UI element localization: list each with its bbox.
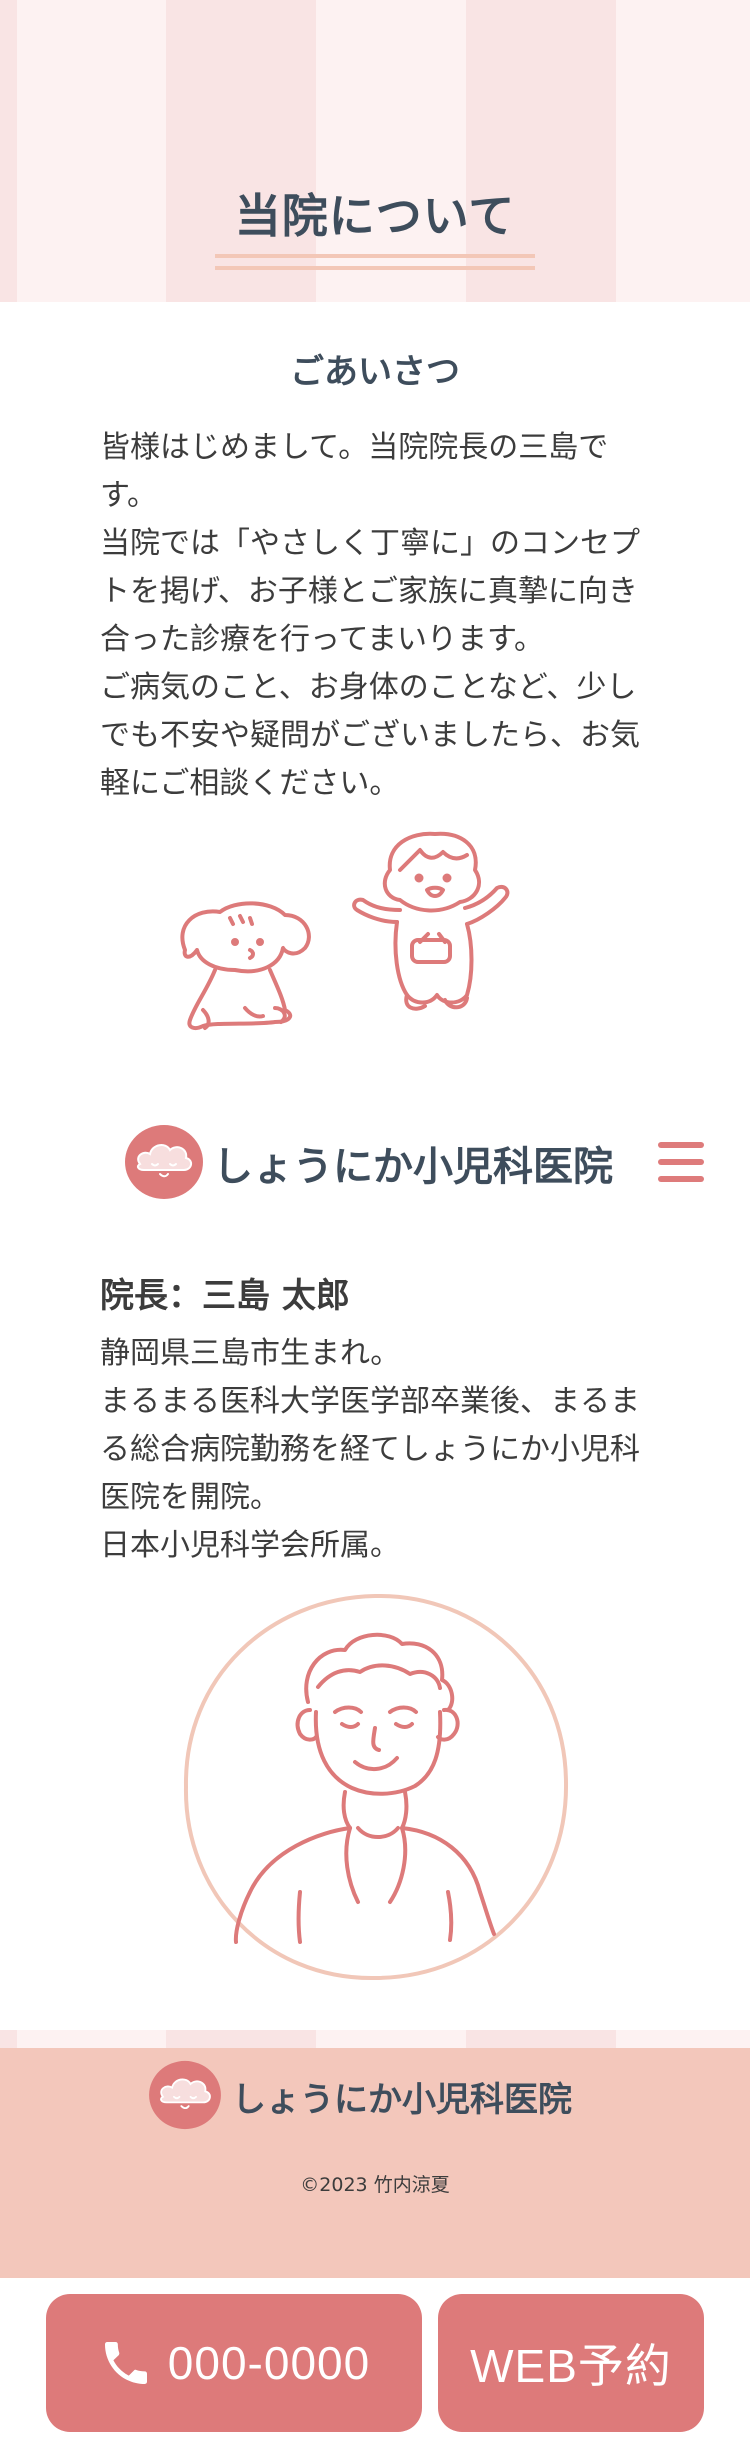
- page-title: 当院について: [234, 189, 516, 243]
- footer-clinic-name[interactable]: しょうにか小児科医院: [232, 2072, 572, 2121]
- phone-icon: [104, 2342, 147, 2384]
- children-illustration: [180, 831, 510, 1030]
- cloud-logo-icon[interactable]: [124, 1124, 204, 1200]
- hero-banner: 当院について: [0, 0, 750, 302]
- footer: しょうにか小児科医院 ©2023 竹内涼夏: [0, 2048, 750, 2278]
- web-reservation-button[interactable]: WEB予約: [438, 2294, 704, 2432]
- web-reservation-label: WEB予約: [470, 2340, 672, 2392]
- director-portrait: [183, 1593, 569, 1981]
- phone-call-button[interactable]: 000-0000: [46, 2294, 422, 2432]
- footer-stripe-band: [0, 2030, 750, 2050]
- brand-header: しょうにか小児科医院: [0, 1122, 750, 1202]
- title-underline: [215, 254, 535, 258]
- copyright: ©2023 竹内涼夏: [300, 2174, 450, 2196]
- director-bio: 静岡県三島市生まれ。 まるまる医科大学医学部卒業後、まるまる総合病院勤務を経てし…: [100, 1336, 640, 1563]
- title-underline: [215, 266, 535, 270]
- cloud-logo-icon[interactable]: [148, 2060, 222, 2130]
- hamburger-menu-icon[interactable]: [658, 1142, 704, 1182]
- phone-number: 000-0000: [167, 2337, 371, 2389]
- greeting-text: 皆様はじめまして。当院院長の三島です。 当院では「やさしく丁寧に」のコンセプトを…: [100, 430, 640, 801]
- greeting-heading: ごあいさつ: [290, 352, 460, 392]
- clinic-name[interactable]: しょうにか小児科医院: [213, 1134, 613, 1192]
- bottom-cta-bar: 000-0000 WEB予約: [0, 2278, 750, 2444]
- director-heading: 院長：三島 太郎: [100, 1276, 350, 1316]
